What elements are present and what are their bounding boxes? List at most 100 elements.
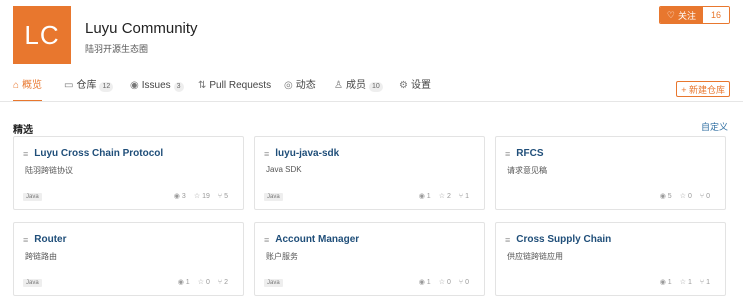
tab-overview[interactable]: ⌂ 概览 — [13, 80, 43, 102]
tab-activity[interactable]: ◎ 动态 — [284, 80, 316, 102]
tab-pull-requests[interactable]: ⇅ Pull Requests — [198, 80, 271, 102]
repo-list-icon: ≡ — [23, 234, 29, 245]
new-repo-button[interactable]: + 新建仓库 — [676, 81, 730, 97]
repo-description: 供应链跨链应用 — [507, 252, 563, 261]
forks-count: 2 — [224, 278, 228, 286]
tab-issues-label: Issues — [141, 80, 171, 91]
repo-name-link[interactable]: Router — [34, 234, 66, 245]
watchers-count: 1 — [426, 278, 431, 286]
repo-name-link[interactable]: Cross Supply Chain — [516, 234, 611, 245]
tab-activity-label: 动态 — [295, 80, 316, 91]
watchers-count: 5 — [667, 192, 672, 200]
repo-stats: ◉ 3 ☆ 19 ⑂ 5 — [174, 192, 228, 201]
forks-stat: ⑂ 0 — [459, 278, 469, 286]
tabs-divider — [0, 101, 743, 102]
repo-name-link[interactable]: Account Manager — [275, 234, 359, 245]
stars-stat: ☆ 0 — [197, 278, 210, 287]
repo-card[interactable]: ≡ Account Manager 账户服务 Java ◉ 1 ☆ 0 ⑂ 0 — [254, 222, 485, 296]
org-header: LC Luyu Community 陆羽开源生态圈 ♡ 关注 16 — [13, 6, 730, 66]
tab-members[interactable]: ♙ 成员 10 — [334, 80, 383, 102]
watchers-count: 3 — [181, 192, 186, 200]
forks-stat: ⑂ 5 — [218, 192, 228, 200]
repo-language-tag: Java — [264, 279, 283, 287]
repo-card-title: ≡ Cross Supply Chain — [505, 234, 611, 245]
tab-settings[interactable]: ⚙ 设置 — [399, 80, 431, 102]
stars-count: 0 — [446, 278, 451, 286]
watchers-stat: ◉ 1 — [178, 278, 190, 287]
heart-icon: ♡ — [666, 9, 675, 20]
stars-count: 1 — [687, 278, 692, 286]
forks-count: 1 — [706, 278, 710, 286]
repo-name-link[interactable]: luyu-java-sdk — [275, 148, 339, 159]
forks-stat: ⑂ 0 — [700, 192, 710, 200]
repo-language-tag: Java — [23, 193, 42, 201]
repo-stats: ◉ 1 ☆ 0 ⑂ 2 — [178, 278, 228, 287]
stars-count: 19 — [202, 192, 210, 200]
watchers-stat: ◉ 1 — [418, 192, 431, 201]
customize-link[interactable]: 自定义 — [701, 120, 728, 133]
repo-name-link[interactable]: RFCS — [516, 148, 543, 159]
repo-list-icon: ≡ — [264, 234, 270, 245]
repo-list-icon: ≡ — [505, 234, 511, 245]
follow-button[interactable]: ♡ 关注 — [659, 7, 703, 23]
repo-card[interactable]: ≡ Cross Supply Chain 供应链跨链应用 ◉ 1 ☆ 1 ⑂ 1 — [495, 222, 726, 296]
eye-icon: ◉ — [418, 193, 425, 200]
star-icon: ☆ — [679, 279, 686, 286]
stars-stat: ☆ 0 — [679, 192, 692, 201]
repo-card[interactable]: ≡ luyu-java-sdk Java SDK Java ◉ 1 ☆ 2 ⑂ 1 — [254, 136, 485, 210]
repo-list-icon: ≡ — [264, 148, 270, 159]
home-icon: ⌂ — [13, 80, 20, 91]
org-avatar[interactable]: LC — [13, 6, 71, 64]
follow-group: ♡ 关注 16 — [658, 6, 730, 24]
tab-repos[interactable]: ▭ 仓库 12 — [64, 80, 114, 102]
star-icon: ☆ — [197, 279, 204, 286]
repo-list-icon: ≡ — [505, 148, 511, 159]
star-icon: ☆ — [679, 193, 686, 200]
stars-count: 2 — [446, 192, 451, 200]
repo-card-title: ≡ RFCS — [505, 148, 544, 159]
repo-language-tag: Java — [264, 193, 283, 201]
stars-stat: ☆ 1 — [679, 278, 692, 287]
tab-members-badge: 10 — [368, 82, 383, 92]
tab-repos-label: 仓库 — [76, 80, 97, 91]
repo-stats: ◉ 5 ☆ 0 ⑂ 0 — [660, 192, 710, 201]
watchers-count: 1 — [185, 278, 190, 286]
repo-description: 请求意见稿 — [507, 166, 547, 175]
repo-list-icon: ≡ — [23, 148, 29, 159]
repo-card[interactable]: ≡ Luyu Cross Chain Protocol 陆羽跨链协议 Java … — [13, 136, 244, 210]
stars-stat: ☆ 19 — [194, 192, 210, 201]
forks-stat: ⑂ 1 — [459, 192, 469, 200]
repo-name-link[interactable]: Luyu Cross Chain Protocol — [34, 148, 163, 159]
repo-card[interactable]: ≡ Router 跨链路由 Java ◉ 1 ☆ 0 ⑂ 2 — [13, 222, 244, 296]
org-name: Luyu Community — [85, 20, 198, 37]
tab-repos-badge: 12 — [99, 82, 114, 92]
watchers-stat: ◉ 5 — [660, 192, 672, 201]
org-description: 陆羽开源生态圈 — [85, 44, 149, 54]
repo-card[interactable]: ≡ RFCS 请求意见稿 ◉ 5 ☆ 0 ⑂ 0 — [495, 136, 726, 210]
fork-icon: ⑂ — [217, 192, 223, 200]
follow-count[interactable]: 16 — [702, 7, 729, 23]
tab-overview-label: 概览 — [22, 80, 43, 91]
watchers-count: 1 — [667, 278, 672, 286]
tab-issues-badge: 3 — [173, 82, 184, 92]
stars-count: 0 — [205, 278, 210, 286]
tab-settings-label: 设置 — [410, 80, 431, 91]
stars-stat: ☆ 2 — [439, 192, 451, 201]
repo-language-tag: Java — [23, 279, 42, 287]
repo-stats: ◉ 1 ☆ 0 ⑂ 0 — [419, 278, 469, 287]
watchers-stat: ◉ 1 — [419, 278, 431, 287]
fork-icon: ⑂ — [217, 278, 223, 286]
repo-card-title: ≡ Router — [23, 234, 67, 245]
repo-stats: ◉ 1 ☆ 1 ⑂ 1 — [659, 278, 710, 287]
fork-icon: ⑂ — [458, 278, 464, 286]
eye-icon: ◉ — [659, 279, 666, 286]
watchers-stat: ◉ 1 — [659, 278, 672, 287]
fork-icon: ⑂ — [699, 278, 705, 286]
repo-description: 跨链路由 — [25, 252, 57, 261]
gear-icon: ⚙ — [399, 80, 408, 91]
watchers-count: 1 — [426, 192, 431, 200]
repo-description: 陆羽跨链协议 — [25, 166, 73, 175]
issue-icon: ◉ — [130, 80, 139, 91]
tab-issues[interactable]: ◉ Issues 3 — [130, 80, 184, 102]
repo-card-title: ≡ luyu-java-sdk — [264, 148, 339, 159]
